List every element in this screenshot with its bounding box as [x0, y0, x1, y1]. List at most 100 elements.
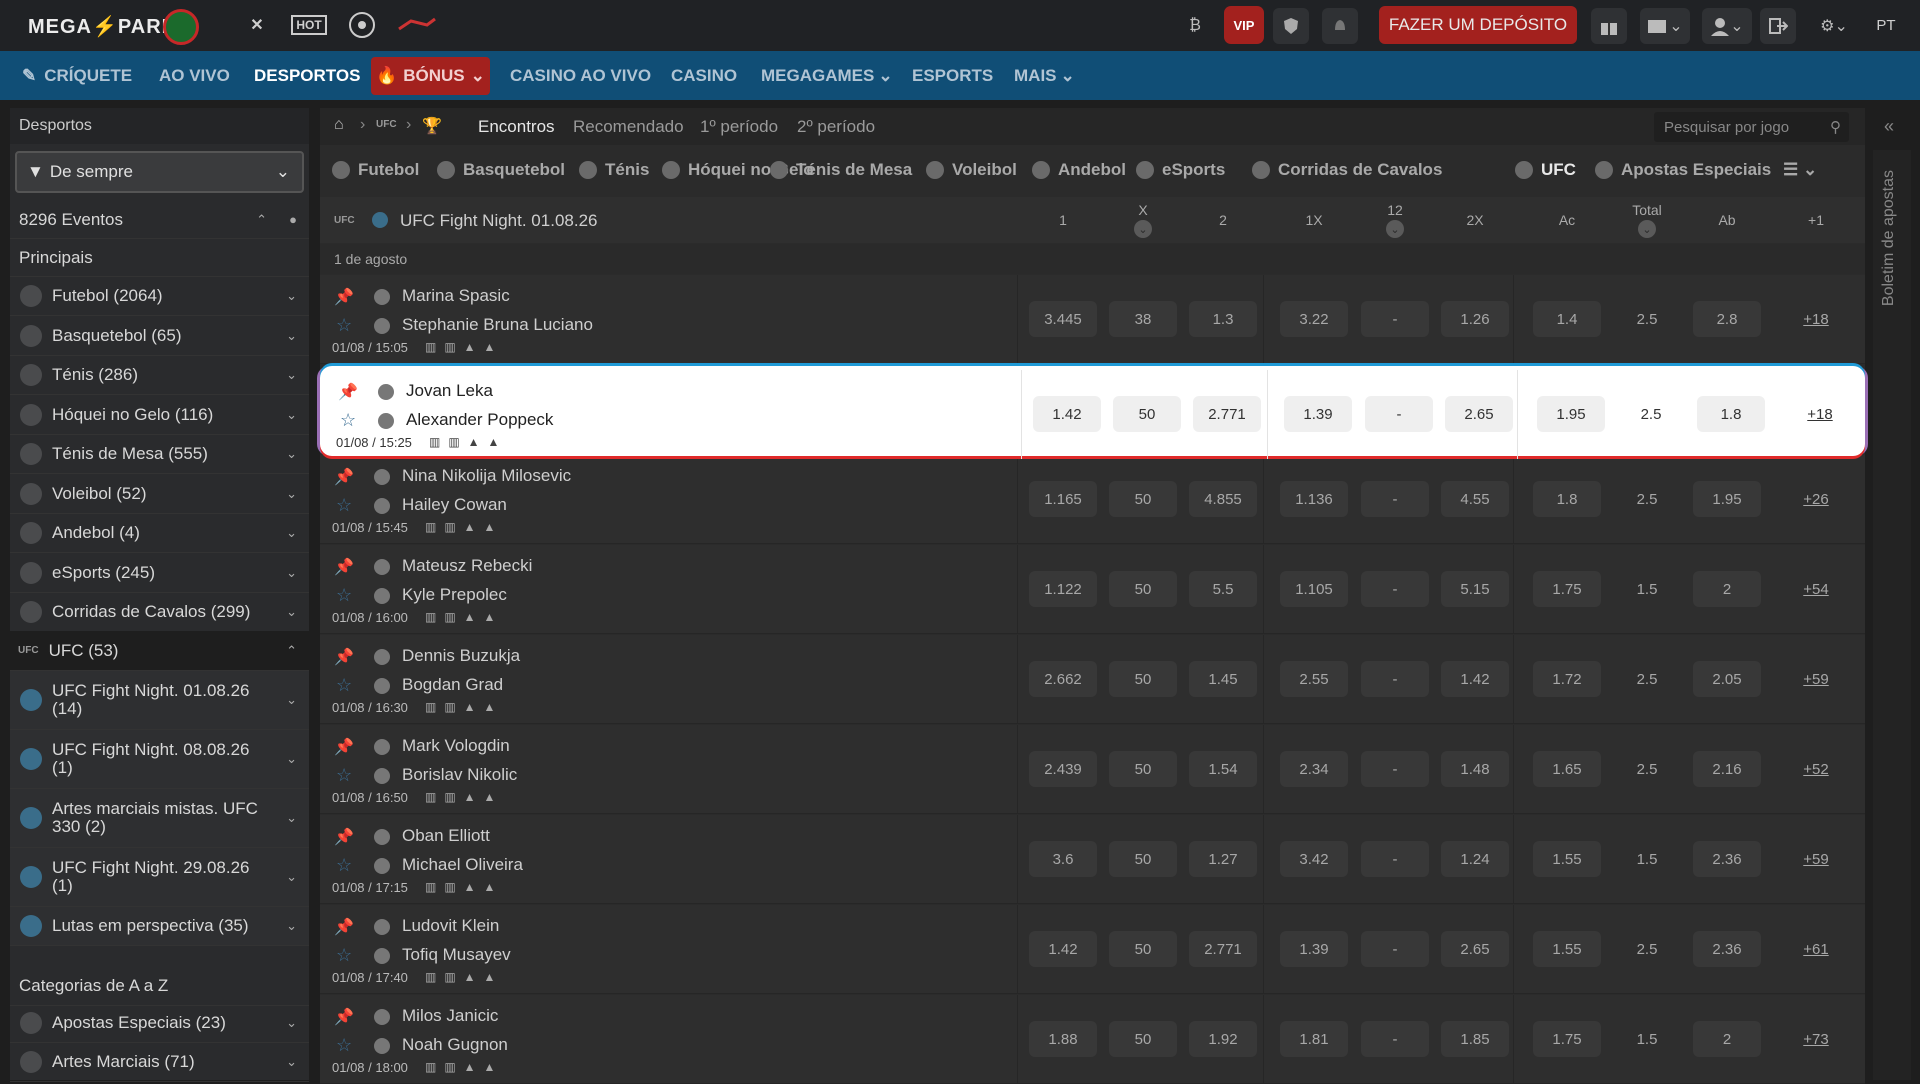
sidebar-category-item[interactable]: Apostas Especiais (23) ⌄	[10, 1004, 309, 1043]
pin-icon[interactable]: 📌	[334, 1007, 354, 1027]
odd-cell[interactable]: 1.88	[1029, 1021, 1097, 1057]
odd-cell[interactable]: -	[1361, 661, 1429, 697]
sidebar-sport-item[interactable]: Voleibol (52) ⌄	[10, 475, 309, 514]
odd-cell[interactable]: 1.3	[1189, 301, 1257, 337]
sidebar-sport-item[interactable]: Basquetebol (65) ⌄	[10, 317, 309, 356]
sidebar-sport-item[interactable]: Ténis de Mesa (555) ⌄	[10, 435, 309, 474]
odd-cell[interactable]: -	[1365, 396, 1433, 432]
shield-icon[interactable]	[1273, 8, 1309, 44]
player-1[interactable]: Oban Elliott	[402, 826, 490, 846]
odd-cell[interactable]: 1.48	[1441, 751, 1509, 787]
more-markets-link[interactable]: +54	[1781, 571, 1851, 607]
odd-cell[interactable]: 2.65	[1441, 931, 1509, 967]
player-2[interactable]: Borislav Nikolic	[402, 765, 517, 785]
sidebar-sport-item[interactable]: Ténis (286) ⌄	[10, 356, 309, 395]
odd-cell[interactable]: 1.136	[1280, 481, 1348, 517]
odd-cell[interactable]: -	[1361, 571, 1429, 607]
tick-icon[interactable]	[392, 6, 442, 44]
odd-cell[interactable]: 2.5	[1613, 301, 1681, 337]
icc-icon[interactable]: ✕	[238, 6, 276, 44]
odd-cell[interactable]: -	[1361, 841, 1429, 877]
sport-tab[interactable]: Apostas Especiais	[1595, 160, 1771, 180]
player-2[interactable]: Bogdan Grad	[402, 675, 503, 695]
match-row[interactable]: 📌 ☆ Nina Nikolija Milosevic Hailey Cowan 01/…	[320, 455, 1865, 544]
more-markets-link[interactable]: +61	[1781, 931, 1851, 967]
period-filter[interactable]: ▼ De sempre ⌄	[15, 151, 304, 193]
odd-cell[interactable]: 50	[1109, 571, 1177, 607]
match-row[interactable]: 📌 ☆ Dennis Buzukja Bogdan Grad 01/08 / 16:30…	[320, 635, 1865, 724]
star-icon[interactable]: ☆	[336, 675, 352, 696]
player-1[interactable]: Dennis Buzukja	[402, 646, 520, 666]
logout-icon[interactable]	[1760, 8, 1796, 44]
match-row[interactable]: 📌 ☆ Milos Janicic Noah Gugnon 01/08 / 18:00 ▥…	[320, 995, 1865, 1084]
star-icon[interactable]: ☆	[336, 1035, 352, 1056]
match-row[interactable]: 📌 ☆ Mark Vologdin Borislav Nikolic 01/08 / 1…	[320, 725, 1865, 814]
odd-cell[interactable]: 2.36	[1693, 841, 1761, 877]
more-markets-link[interactable]: +52	[1781, 751, 1851, 787]
player-2[interactable]: Michael Oliveira	[402, 855, 523, 875]
sidebar-ufc-item[interactable]: UFC Fight Night. 29.08.26 (1) ⌄	[10, 848, 309, 907]
player-1[interactable]: Mark Vologdin	[402, 736, 510, 756]
nav-live[interactable]: AO VIVO	[159, 51, 230, 100]
odd-cell[interactable]: 1.24	[1441, 841, 1509, 877]
sport-tab[interactable]: Basquetebol	[437, 160, 565, 180]
pin-icon[interactable]: 📌	[334, 647, 354, 667]
sidebar-sport-item[interactable]: Corridas de Cavalos (299) ⌄	[10, 593, 309, 632]
pin-icon[interactable]: 📌	[334, 467, 354, 487]
search-input[interactable]: Pesquisar por jogo ⚲	[1654, 112, 1849, 142]
odd-cell[interactable]: 1.5	[1613, 1021, 1681, 1057]
player-1[interactable]: Milos Janicic	[402, 1006, 498, 1026]
sidebar-sport-item[interactable]: Futebol (2064) ⌄	[10, 277, 309, 316]
odd-cell[interactable]: 1.4	[1533, 301, 1601, 337]
player-1[interactable]: Marina Spasic	[402, 286, 510, 306]
odd-cell[interactable]: 38	[1109, 301, 1177, 337]
mail-icon[interactable]: ⌄	[1640, 8, 1690, 44]
chevron-down-icon[interactable]: ⌄	[1134, 220, 1152, 238]
odd-cell[interactable]: 2.439	[1029, 751, 1097, 787]
player-2[interactable]: Kyle Prepolec	[402, 585, 507, 605]
collapse-icon[interactable]: ⌃	[256, 212, 267, 228]
nav-live-casino[interactable]: CASINO AO VIVO	[510, 51, 651, 100]
sport-tab[interactable]: Voleibol	[926, 160, 1017, 180]
odd-cell[interactable]: 1.26	[1441, 301, 1509, 337]
odd-cell[interactable]: 2.5	[1613, 481, 1681, 517]
odd-cell[interactable]: -	[1361, 481, 1429, 517]
odd-cell[interactable]: 3.445	[1029, 301, 1097, 337]
more-markets-link[interactable]: +18	[1781, 301, 1851, 337]
sport-tab[interactable]: Ténis de Mesa	[770, 160, 912, 180]
stats-icon[interactable]: ▥▥▲▲	[425, 1060, 503, 1074]
stats-icon[interactable]: ▥▥▲▲	[425, 610, 503, 624]
player-2[interactable]: Stephanie Bruna Luciano	[402, 315, 593, 335]
nav-esports[interactable]: ESPORTS	[912, 51, 993, 100]
chevron-down-icon[interactable]: ⌄	[1638, 220, 1656, 238]
sidebar-ufc-item[interactable]: Lutas em perspectiva (35) ⌄	[10, 907, 309, 946]
tab-period-2[interactable]: 2º período	[797, 117, 875, 137]
player-1[interactable]: Mateusz Rebecki	[402, 556, 532, 576]
odd-cell[interactable]: 1.55	[1533, 931, 1601, 967]
collapse-panel-icon[interactable]: «	[1884, 116, 1894, 137]
odd-cell[interactable]: 2	[1693, 571, 1761, 607]
odd-cell[interactable]: 1.45	[1189, 661, 1257, 697]
odd-cell[interactable]: 3.22	[1280, 301, 1348, 337]
odd-cell[interactable]: 50	[1113, 396, 1181, 432]
star-icon[interactable]: ☆	[340, 410, 356, 431]
odd-cell[interactable]: 50	[1109, 481, 1177, 517]
odd-cell[interactable]: 1.65	[1533, 751, 1601, 787]
bitcoin-icon[interactable]: ₿	[1177, 8, 1213, 44]
odd-cell[interactable]: 2.662	[1029, 661, 1097, 697]
odd-cell[interactable]: 2.55	[1280, 661, 1348, 697]
sidebar-sport-item[interactable]: eSports (245) ⌄	[10, 554, 309, 593]
sport-tab[interactable]: Corridas de Cavalos	[1252, 160, 1442, 180]
vip-button[interactable]: VIP	[1224, 6, 1264, 44]
odd-cell[interactable]: 1.42	[1029, 931, 1097, 967]
odd-cell[interactable]: 2.8	[1693, 301, 1761, 337]
odd-cell[interactable]: 50	[1109, 751, 1177, 787]
odd-cell[interactable]: 1.5	[1613, 841, 1681, 877]
odd-cell[interactable]: 2.65	[1445, 396, 1513, 432]
stats-icon[interactable]: ▥▥▲▲	[425, 520, 503, 534]
odd-cell[interactable]: 4.855	[1189, 481, 1257, 517]
sport-tab[interactable]: Futebol	[332, 160, 419, 180]
tab-encontros[interactable]: Encontros	[478, 117, 555, 137]
ufc-icon[interactable]: UFC	[376, 119, 397, 130]
odd-cell[interactable]: 1.81	[1280, 1021, 1348, 1057]
